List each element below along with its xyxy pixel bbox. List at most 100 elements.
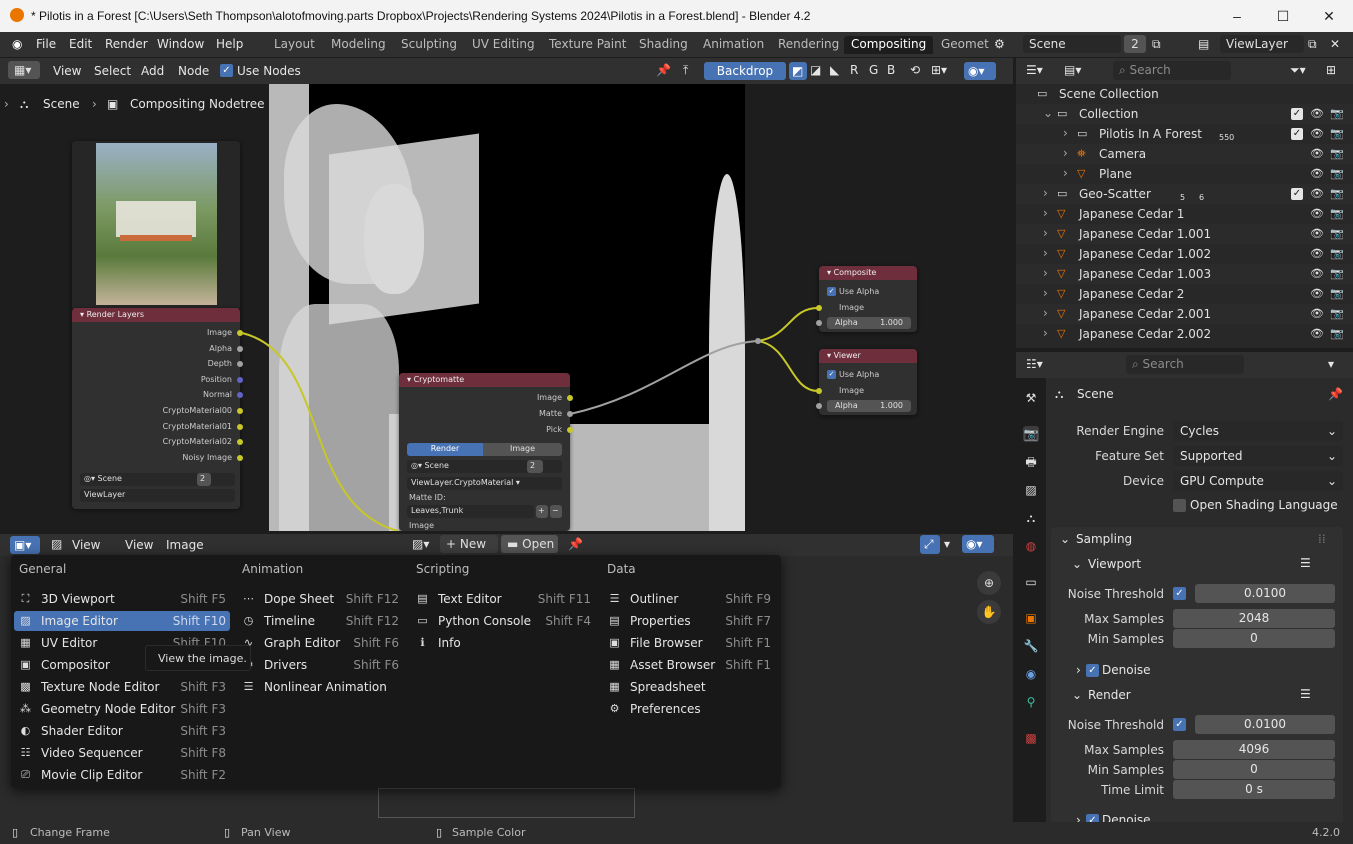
menu-item-video-sequencer[interactable]: ☷ Video Sequencer Shift F8 (14, 743, 230, 763)
menu-item-file-browser[interactable]: ▣ File Browser Shift F1 (603, 633, 775, 653)
blender-menu-icon[interactable]: ◉ (12, 37, 22, 51)
denoise2-expand-icon[interactable]: › (1076, 813, 1081, 822)
object-tab-icon[interactable]: ▣ (1023, 610, 1039, 626)
tab-modeling[interactable]: Modeling (324, 36, 393, 54)
r-noise-threshold-field[interactable]: 0.0100 (1195, 715, 1335, 734)
render-camera-icon[interactable]: 📷 (1330, 227, 1344, 240)
snap-grid-icon[interactable]: ⊞▾ (931, 63, 947, 77)
time-limit-field[interactable]: 0 s (1173, 780, 1335, 799)
node-editor-canvas[interactable]: › ⛬ Scene › ▣ Compositing Nodetree ▾ Ren… (0, 84, 1013, 531)
menu-item-outliner[interactable]: ☰ Outliner Shift F9 (603, 589, 775, 609)
outliner-row-japanese-cedar-2-002[interactable]: › ▽ Japanese Cedar 2.002 👁 📷 (1016, 324, 1353, 344)
use-nodes-checkbox[interactable]: ✓ (220, 64, 233, 77)
modifiers-tab-icon[interactable]: 🔧 (1023, 638, 1039, 654)
tab-geometry[interactable]: Geomet (934, 36, 996, 54)
feature-set-dropdown[interactable]: Supported ⌄ (1173, 446, 1343, 466)
visibility-eye-icon[interactable]: 👁 (1310, 127, 1324, 140)
visibility-eye-icon[interactable]: 👁 (1310, 247, 1324, 260)
drag-handle-icon[interactable]: ⁞⁞ (1318, 532, 1326, 546)
menu-item-drivers[interactable]: ⚙DriversShift F6 (237, 655, 403, 675)
vp-noise-threshold-checkbox[interactable]: ✓ (1173, 587, 1186, 600)
properties-search[interactable]: ⌕ Search (1126, 355, 1244, 374)
outliner-row-pilotis-in-a-forest[interactable]: › ▭ Pilotis In A Forest 550 ✓ 👁 📷 (1016, 124, 1353, 144)
menu-item-text-editor[interactable]: ▤ Text Editor Shift F11 (411, 589, 595, 609)
outliner-search[interactable]: ⌕ Search (1113, 61, 1231, 80)
outliner-display-mode-icon[interactable]: ▤▾ (1064, 63, 1081, 77)
image-browse-icon[interactable]: ▨▾ (412, 537, 429, 551)
viewport-header[interactable]: Viewport (1088, 557, 1141, 571)
exclude-checkbox[interactable]: ✓ (1291, 108, 1303, 120)
render-camera-icon[interactable]: 📷 (1330, 307, 1344, 320)
view-layer-icon[interactable]: ▤ (1198, 37, 1209, 51)
outliner-row-japanese-cedar-1-001[interactable]: › ▽ Japanese Cedar 1.001 👁 📷 (1016, 224, 1353, 244)
channel-color-alpha-icon[interactable]: ◩ (789, 62, 807, 80)
maximize-button[interactable]: ☐ (1260, 0, 1306, 32)
menu-edit[interactable]: Edit (69, 37, 92, 51)
collection-tab-icon[interactable]: ▭ (1023, 574, 1039, 590)
menu-item-texture-node-editor[interactable]: ▩ Texture Node Editor Shift F3 (14, 677, 230, 697)
outliner-row-camera[interactable]: › ⛯ Camera 👁 📷 (1016, 144, 1353, 164)
expand-chevron-icon[interactable]: › (1043, 206, 1048, 220)
view-layer-field[interactable]: ViewLayer (1220, 35, 1304, 53)
editor-type-button[interactable]: ▣▾ (10, 536, 40, 554)
denoise-expand-icon[interactable]: › (1076, 663, 1081, 677)
menu-item-graph-editor[interactable]: ∿ Graph Editor Shift F6 (237, 633, 403, 653)
render-camera-icon[interactable]: 📷 (1330, 247, 1344, 260)
channel-r-button[interactable]: R (850, 63, 858, 77)
menu-item-shader-editor[interactable]: ◐ Shader Editor Shift F3 (14, 721, 230, 741)
scene-tab-icon[interactable]: ⛬ (1023, 510, 1039, 526)
outliner-row-japanese-cedar-1-002[interactable]: › ▽ Japanese Cedar 1.002 👁 📷 (1016, 244, 1353, 264)
image-menu-image[interactable]: Image (166, 538, 204, 552)
menu-item-dope-sheet[interactable]: ⋯ Dope Sheet Shift F12 (237, 589, 403, 609)
channel-g-button[interactable]: G (869, 63, 878, 77)
menu-item-preferences[interactable]: ⚙ Preferences (603, 699, 775, 719)
visibility-eye-icon[interactable]: 👁 (1310, 327, 1324, 340)
render-presets-icon[interactable]: ☰ (1300, 687, 1311, 701)
render-camera-icon[interactable]: 📷 (1330, 287, 1344, 300)
expand-chevron-icon[interactable]: › (1043, 186, 1048, 200)
outliner-row-geo-scatter[interactable]: › ▭ Geo-Scatter 5 6 ✓ 👁 📷 (1016, 184, 1353, 204)
node-menu-select[interactable]: Select (94, 64, 131, 78)
render-camera-icon[interactable]: 📷 (1330, 267, 1344, 280)
open-image-button[interactable]: ▬ Open (501, 535, 558, 553)
gizmo-toggle-icon[interactable]: ⤢ (920, 535, 940, 554)
visibility-eye-icon[interactable]: 👁 (1310, 147, 1324, 160)
visibility-eye-icon[interactable]: 👁 (1310, 207, 1324, 220)
expand-chevron-icon[interactable]: › (1043, 226, 1048, 240)
sampling-header[interactable]: Sampling (1076, 532, 1132, 546)
r-min-samples-field[interactable]: 0 (1173, 760, 1335, 779)
expand-chevron-icon[interactable]: › (1043, 326, 1048, 340)
physics-tab-icon[interactable]: ◉ (1023, 666, 1039, 682)
properties-editor-type-icon[interactable]: ☷▾ (1026, 357, 1043, 371)
node-menu-view[interactable]: View (53, 64, 81, 78)
outliner-row-japanese-cedar-2-001[interactable]: › ▽ Japanese Cedar 2.001 👁 📷 (1016, 304, 1353, 324)
outliner-filter-icon[interactable]: ⏷▾ (1290, 63, 1306, 78)
pin-image-icon[interactable]: 📌 (568, 537, 583, 551)
reroute-node[interactable] (755, 338, 761, 344)
new-collection-icon[interactable]: ⊞ (1326, 63, 1336, 77)
outliner-row-scene-collection[interactable]: ▭ Scene Collection (1016, 84, 1353, 104)
new-image-button[interactable]: + New (440, 535, 498, 553)
render-tab-icon[interactable]: 📷 (1023, 426, 1039, 442)
pan-hand-icon[interactable]: ✋ (977, 600, 1001, 624)
channel-color-icon[interactable]: ◪ (810, 63, 821, 77)
expand-chevron-icon[interactable]: › (1063, 146, 1068, 160)
tab-texture-paint[interactable]: Texture Paint (542, 36, 633, 54)
expand-chevron-icon[interactable]: › (1043, 286, 1048, 300)
menu-item-3d-viewport[interactable]: ⛶ 3D Viewport Shift F5 (14, 589, 230, 609)
menu-render[interactable]: Render (105, 37, 148, 51)
image-menu-view[interactable]: View (125, 538, 153, 552)
outliner-row-japanese-cedar-1[interactable]: › ▽ Japanese Cedar 1 👁 📷 (1016, 204, 1353, 224)
visibility-eye-icon[interactable]: 👁 (1310, 167, 1324, 180)
image-overlays-icon[interactable]: ◉▾ (962, 535, 994, 553)
gizmo-dropdown-icon[interactable]: ▾ (944, 537, 950, 551)
menu-item-asset-browser[interactable]: ▦ Asset Browser Shift F1 (603, 655, 775, 675)
tab-layout[interactable]: Layout (267, 36, 322, 54)
vp-denoise-checkbox[interactable]: ✓ (1086, 664, 1099, 677)
tab-uv-editing[interactable]: UV Editing (465, 36, 542, 54)
object-data-tab-icon[interactable]: ⚲ (1023, 694, 1039, 710)
menu-window[interactable]: Window (157, 37, 204, 51)
expand-chevron-icon[interactable]: › (1043, 266, 1048, 280)
pin-icon[interactable]: 📌 (656, 63, 671, 77)
menu-item-properties[interactable]: ▤ Properties Shift F7 (603, 611, 775, 631)
